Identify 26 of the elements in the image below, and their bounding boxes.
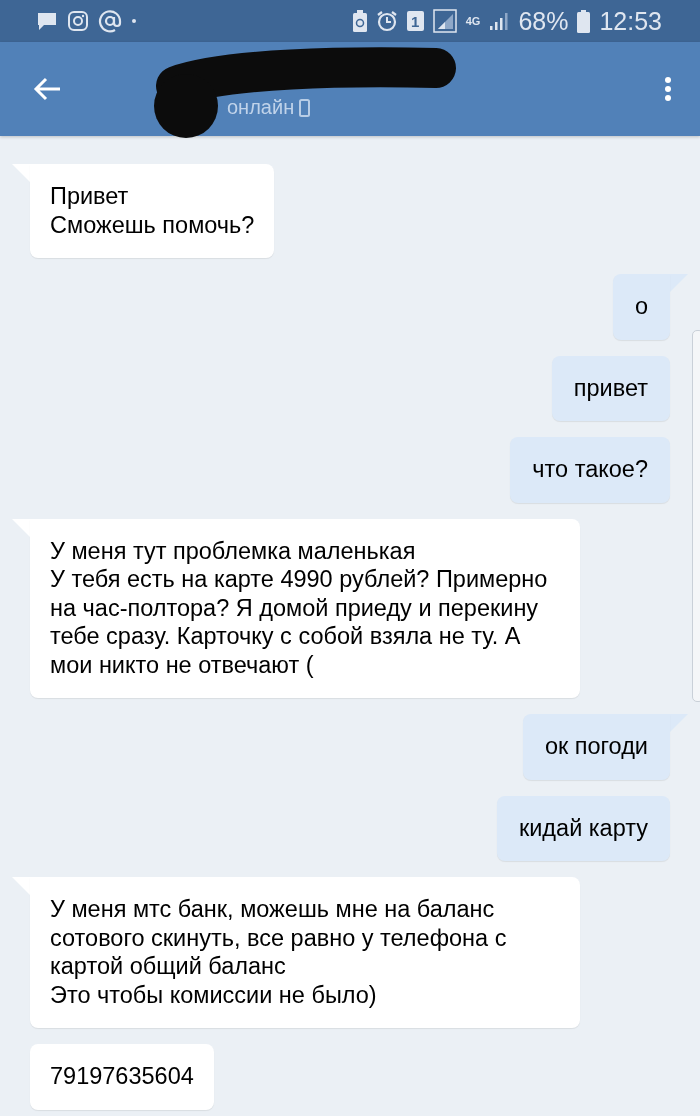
message-bubble[interactable]: ок погоди (522, 714, 670, 780)
sim-slot-badge: 1 (406, 11, 424, 31)
signal-icon (489, 11, 510, 31)
message-bubble[interactable]: что такое? (510, 437, 670, 503)
back-arrow-icon[interactable] (33, 77, 61, 101)
message-bubble[interactable]: кидай карту (496, 795, 670, 861)
signal-icon (432, 9, 457, 33)
message-bubble[interactable]: У меня мтс банк, можешь мне на баланс сотового скинуть, все равно у телефона с картой общий баланс Это чтобы комиссии не было) (30, 877, 580, 1028)
alarm-icon (375, 10, 398, 32)
message-bubble[interactable]: 79197635604 (30, 1044, 214, 1110)
message-bubble[interactable]: о (612, 274, 670, 340)
instagram-icon (67, 10, 89, 32)
message-icon (36, 10, 58, 32)
clock-time: 12:53 (599, 6, 662, 36)
more-options-icon[interactable] (664, 76, 672, 102)
online-status: онлайн (227, 96, 295, 119)
network-type-label: 4G (465, 15, 481, 27)
phone-icon (299, 98, 311, 117)
battery-icon (577, 9, 591, 33)
at-sign-icon (98, 9, 122, 33)
message-bubble[interactable]: привет (551, 355, 670, 421)
message-bubble[interactable]: У меня тут проблемка маленькая У тебя есть на карте 4990 рублей? Примерно на час-полтора? Я домой приеду и перекину тебе сразу. Карточку с собой взяла не ту. А мои никто не отвечают ( (30, 518, 580, 698)
battery-percent: 68% (518, 6, 569, 36)
message-bubble[interactable]: Привет Сможешь помочь? (30, 164, 275, 258)
battery-saver-icon (352, 10, 367, 32)
dot-icon (131, 18, 137, 24)
